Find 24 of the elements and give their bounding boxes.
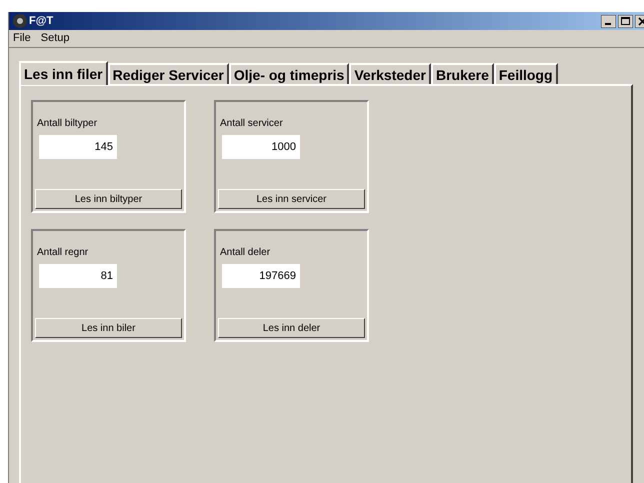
field-label: Antall regnr (37, 246, 90, 260)
tab[interactable]: Brukere (430, 63, 494, 84)
tab[interactable]: Olje- og timepris (228, 63, 350, 84)
tab[interactable]: Rediger Servicer (108, 63, 229, 84)
window-title: F@T (29, 14, 54, 29)
load-button[interactable]: Les inn deler (218, 318, 365, 338)
count-field[interactable]: 197669 (222, 264, 300, 288)
field-label: Antall deler (220, 246, 272, 260)
count-field[interactable]: 1000 (222, 135, 300, 159)
tab[interactable]: Verksteder (349, 63, 431, 84)
field-label: Antall biltyper (37, 117, 98, 131)
load-button[interactable]: Les inn servicer (218, 189, 365, 209)
field-label: Antall servicer (220, 117, 284, 131)
tab[interactable]: Les inn filer (19, 61, 108, 85)
tab[interactable]: Feillogg (494, 63, 558, 84)
load-button[interactable]: Les inn biltyper (35, 189, 182, 209)
maximize-icon[interactable] (618, 14, 633, 28)
wheel-icon (11, 13, 27, 29)
menu-item[interactable]: Setup (40, 30, 70, 47)
count-field[interactable]: 145 (39, 135, 117, 159)
load-button[interactable]: Les inn biler (35, 318, 182, 338)
count-field[interactable]: 81 (39, 264, 117, 288)
minimize-icon[interactable] (601, 14, 616, 28)
menu-item[interactable]: File (13, 30, 31, 47)
